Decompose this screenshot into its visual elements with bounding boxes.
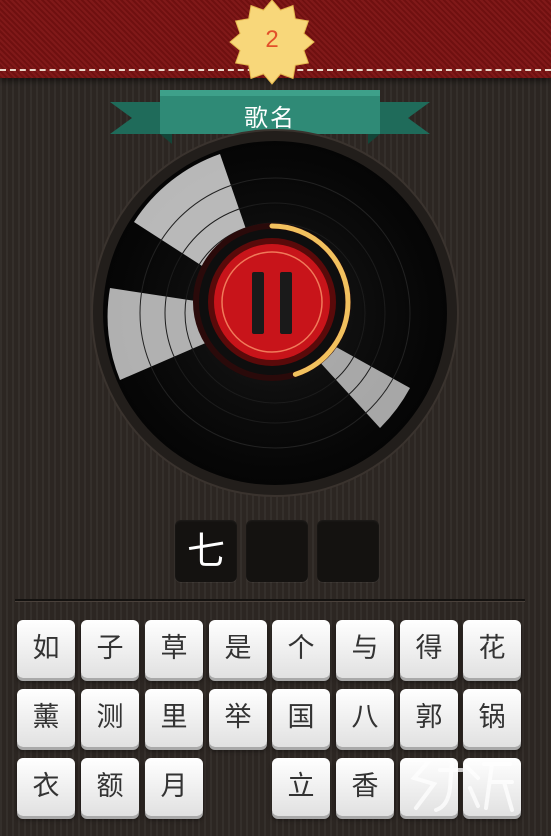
key-3-3[interactable]: 月 (145, 758, 203, 816)
key-3-6[interactable]: 香 (336, 758, 394, 816)
key-3-2[interactable]: 额 (81, 758, 139, 816)
answer-slot-1[interactable]: 七 (175, 520, 237, 582)
key-2-2[interactable]: 测 (81, 689, 139, 747)
key-2-3[interactable]: 里 (145, 689, 203, 747)
key-3-5[interactable]: 立 (272, 758, 330, 816)
pause-button[interactable] (190, 220, 354, 384)
key-2-5[interactable]: 国 (272, 689, 330, 747)
key-1-8[interactable]: 花 (463, 620, 521, 678)
key-1-7[interactable]: 得 (400, 620, 458, 678)
key-1-1[interactable]: 如 (17, 620, 75, 678)
divider (15, 599, 525, 602)
key-1-3[interactable]: 草 (145, 620, 203, 678)
key-1-2[interactable]: 子 (81, 620, 139, 678)
answer-slots: 七 (175, 520, 385, 584)
key-1-5[interactable]: 个 (272, 620, 330, 678)
watermark-logo (400, 748, 520, 818)
level-number: 2 (265, 26, 279, 53)
key-1-6[interactable]: 与 (336, 620, 394, 678)
answer-slot-2[interactable] (246, 520, 308, 582)
key-2-8[interactable]: 锅 (463, 689, 521, 747)
key-2-7[interactable]: 郭 (400, 689, 458, 747)
level-badge: 2 (226, 0, 318, 90)
answer-slot-3[interactable] (317, 520, 379, 582)
key-2-1[interactable]: 薰 (17, 689, 75, 747)
key-2-4[interactable]: 举 (209, 689, 267, 747)
watermark-icon (406, 758, 514, 812)
key-1-4[interactable]: 是 (209, 620, 267, 678)
key-3-1[interactable]: 衣 (17, 758, 75, 816)
key-2-6[interactable]: 八 (336, 689, 394, 747)
